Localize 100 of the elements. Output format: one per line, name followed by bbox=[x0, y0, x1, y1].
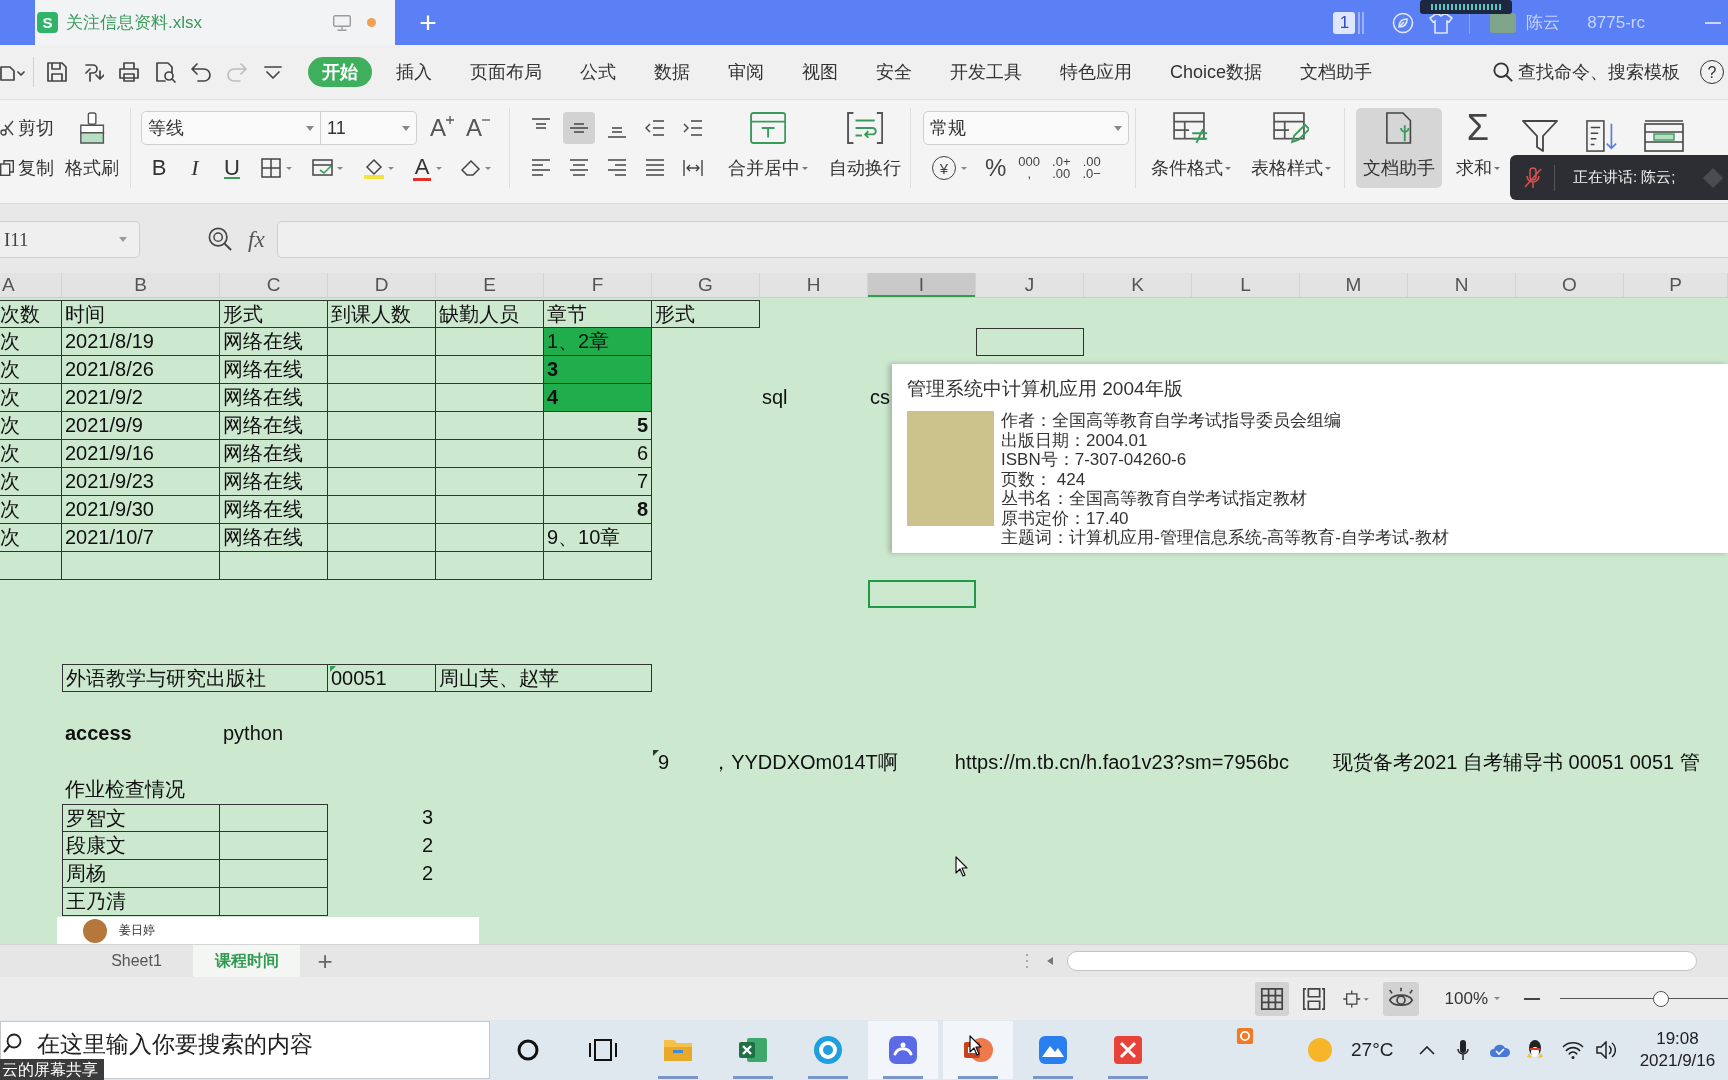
active-cell-outline[interactable] bbox=[868, 580, 976, 608]
minimize-icon[interactable] bbox=[1705, 21, 1721, 24]
menu-tab[interactable]: 特色应用 bbox=[1046, 57, 1146, 87]
format-painter-button[interactable]: 格式刷 bbox=[62, 108, 122, 188]
window-count-badge[interactable]: 1 bbox=[1333, 11, 1356, 34]
column-header[interactable]: M bbox=[1300, 273, 1408, 297]
eraser-icon[interactable] bbox=[460, 157, 492, 179]
scroll-left-icon[interactable] bbox=[1047, 957, 1053, 965]
sheet-tab[interactable]: Sheet1 bbox=[83, 945, 190, 977]
conditional-format-button[interactable]: 条件格式 bbox=[1146, 108, 1236, 188]
column-header[interactable]: B bbox=[62, 273, 220, 297]
print-icon[interactable] bbox=[118, 61, 140, 83]
wifi-icon[interactable] bbox=[1562, 1041, 1585, 1059]
zoom-icon[interactable] bbox=[208, 227, 232, 251]
menu-tab[interactable]: 数据 bbox=[640, 57, 704, 87]
thousands-separator-button[interactable]: 000 , bbox=[1018, 156, 1041, 180]
sum-button[interactable]: Σ 求和 bbox=[1452, 108, 1504, 188]
filter-icon[interactable] bbox=[1522, 120, 1558, 152]
microphone-icon[interactable] bbox=[1457, 1039, 1470, 1061]
cell-format-icon[interactable] bbox=[312, 157, 344, 179]
shrink-font-button[interactable]: A bbox=[466, 115, 491, 141]
column-header[interactable]: J bbox=[976, 273, 1084, 297]
caret-icon[interactable] bbox=[1494, 997, 1500, 1000]
font-color-button[interactable]: A bbox=[413, 155, 431, 181]
menu-tab[interactable]: 开发工具 bbox=[936, 57, 1036, 87]
function-label[interactable]: fx bbox=[248, 221, 265, 258]
grow-font-button[interactable]: A bbox=[430, 115, 454, 141]
curved-arrow-icon[interactable] bbox=[82, 61, 104, 83]
borders-icon[interactable] bbox=[261, 157, 293, 179]
column-header[interactable]: P bbox=[1624, 273, 1728, 297]
add-sheet-button[interactable]: + bbox=[314, 945, 336, 977]
speaker-icon[interactable] bbox=[1596, 1041, 1617, 1059]
font-size-dropdown[interactable]: 11 bbox=[321, 111, 417, 145]
menu-tab[interactable]: 视图 bbox=[788, 57, 852, 87]
column-header[interactable]: A bbox=[0, 273, 62, 297]
chevron-up-icon[interactable] bbox=[1419, 1045, 1436, 1055]
fill-bucket-icon[interactable] bbox=[363, 157, 395, 179]
increase-decimal-button[interactable]: .0+ .00 bbox=[1052, 156, 1071, 180]
menu-tab[interactable]: 公式 bbox=[566, 57, 630, 87]
column-header[interactable]: O bbox=[1516, 273, 1624, 297]
cut-button[interactable]: 剪切 bbox=[0, 108, 54, 148]
align-middle-icon[interactable] bbox=[563, 112, 595, 144]
command-search-button[interactable]: 查找命令、搜索模板 bbox=[1493, 60, 1680, 84]
file-menu-icon[interactable] bbox=[0, 63, 25, 81]
sort-icon[interactable] bbox=[1586, 120, 1618, 152]
grid-view-icon[interactable] bbox=[1254, 981, 1289, 1016]
caret-icon[interactable] bbox=[436, 166, 442, 170]
menu-tab[interactable]: 文档助手 bbox=[1286, 57, 1387, 87]
new-tab-button[interactable]: + bbox=[395, 0, 461, 45]
font-family-dropdown[interactable]: 等线 bbox=[141, 111, 321, 145]
merge-center-button[interactable]: 合并居中 bbox=[722, 108, 814, 188]
menu-tab[interactable]: 审阅 bbox=[714, 57, 778, 87]
comment-marker-icon[interactable] bbox=[653, 750, 659, 756]
column-header[interactable]: I bbox=[868, 273, 976, 297]
decrease-decimal-button[interactable]: .00 .0− bbox=[1082, 156, 1101, 180]
print-preview-icon[interactable] bbox=[154, 61, 176, 83]
input-method-icon[interactable] bbox=[1236, 1027, 1254, 1045]
monitor-icon[interactable] bbox=[333, 14, 351, 31]
column-header[interactable]: E bbox=[436, 273, 544, 297]
shirt-icon[interactable] bbox=[1429, 11, 1454, 34]
column-header[interactable]: G bbox=[652, 273, 760, 297]
italic-button[interactable]: I bbox=[186, 155, 204, 181]
column-header[interactable]: C bbox=[220, 273, 328, 297]
document-assistant-button[interactable]: 文档助手 bbox=[1356, 108, 1442, 188]
error-indicator-icon[interactable] bbox=[330, 666, 336, 672]
avatar-placeholder[interactable] bbox=[1490, 12, 1517, 33]
save-icon[interactable] bbox=[46, 61, 68, 83]
table-icon[interactable] bbox=[1644, 120, 1684, 152]
number-format-dropdown[interactable]: 常规 bbox=[923, 111, 1129, 145]
menu-tab[interactable]: 插入 bbox=[382, 57, 446, 87]
column-header[interactable]: D bbox=[328, 273, 436, 297]
caret-icon[interactable] bbox=[961, 166, 967, 170]
percent-button[interactable]: % bbox=[985, 155, 1007, 181]
copy-button[interactable]: 复制 bbox=[0, 148, 54, 188]
column-header[interactable]: L bbox=[1192, 273, 1300, 297]
name-box[interactable]: I11 bbox=[0, 221, 140, 258]
column-header[interactable]: F bbox=[544, 273, 652, 297]
weather-temperature[interactable]: 27°C bbox=[1351, 1039, 1394, 1061]
splitter-handle-icon[interactable] bbox=[1025, 953, 1029, 969]
penguin-icon[interactable] bbox=[1526, 1039, 1545, 1061]
underline-button[interactable]: U bbox=[223, 155, 241, 181]
zoom-level[interactable]: 100% bbox=[1444, 988, 1488, 1009]
menu-tab[interactable]: Choice数据 bbox=[1156, 57, 1277, 87]
check-cloud-icon[interactable] bbox=[1489, 1042, 1512, 1058]
wrap-text-button[interactable]: 自动换行 bbox=[822, 108, 908, 188]
bold-button[interactable]: B bbox=[150, 155, 168, 181]
menu-tab[interactable]: 安全 bbox=[862, 57, 926, 87]
leaf-icon[interactable] bbox=[1392, 11, 1415, 34]
table-style-button[interactable]: 表格样式 bbox=[1246, 108, 1336, 188]
formula-input-field[interactable] bbox=[276, 221, 1728, 258]
clock-time[interactable]: 19:08 bbox=[1656, 1028, 1699, 1050]
menu-tab[interactable]: 页面布局 bbox=[456, 57, 556, 87]
column-header[interactable]: K bbox=[1084, 273, 1192, 297]
horizontal-scrollbar[interactable] bbox=[1067, 951, 1697, 971]
column-header[interactable]: N bbox=[1408, 273, 1516, 297]
slider-thumb[interactable] bbox=[1652, 990, 1669, 1007]
zoom-out-icon[interactable] bbox=[1524, 997, 1540, 1000]
clock-date[interactable]: 2021/9/16 bbox=[1639, 1050, 1716, 1072]
eye-icon[interactable] bbox=[1382, 981, 1419, 1016]
undo-icon[interactable] bbox=[190, 61, 212, 83]
